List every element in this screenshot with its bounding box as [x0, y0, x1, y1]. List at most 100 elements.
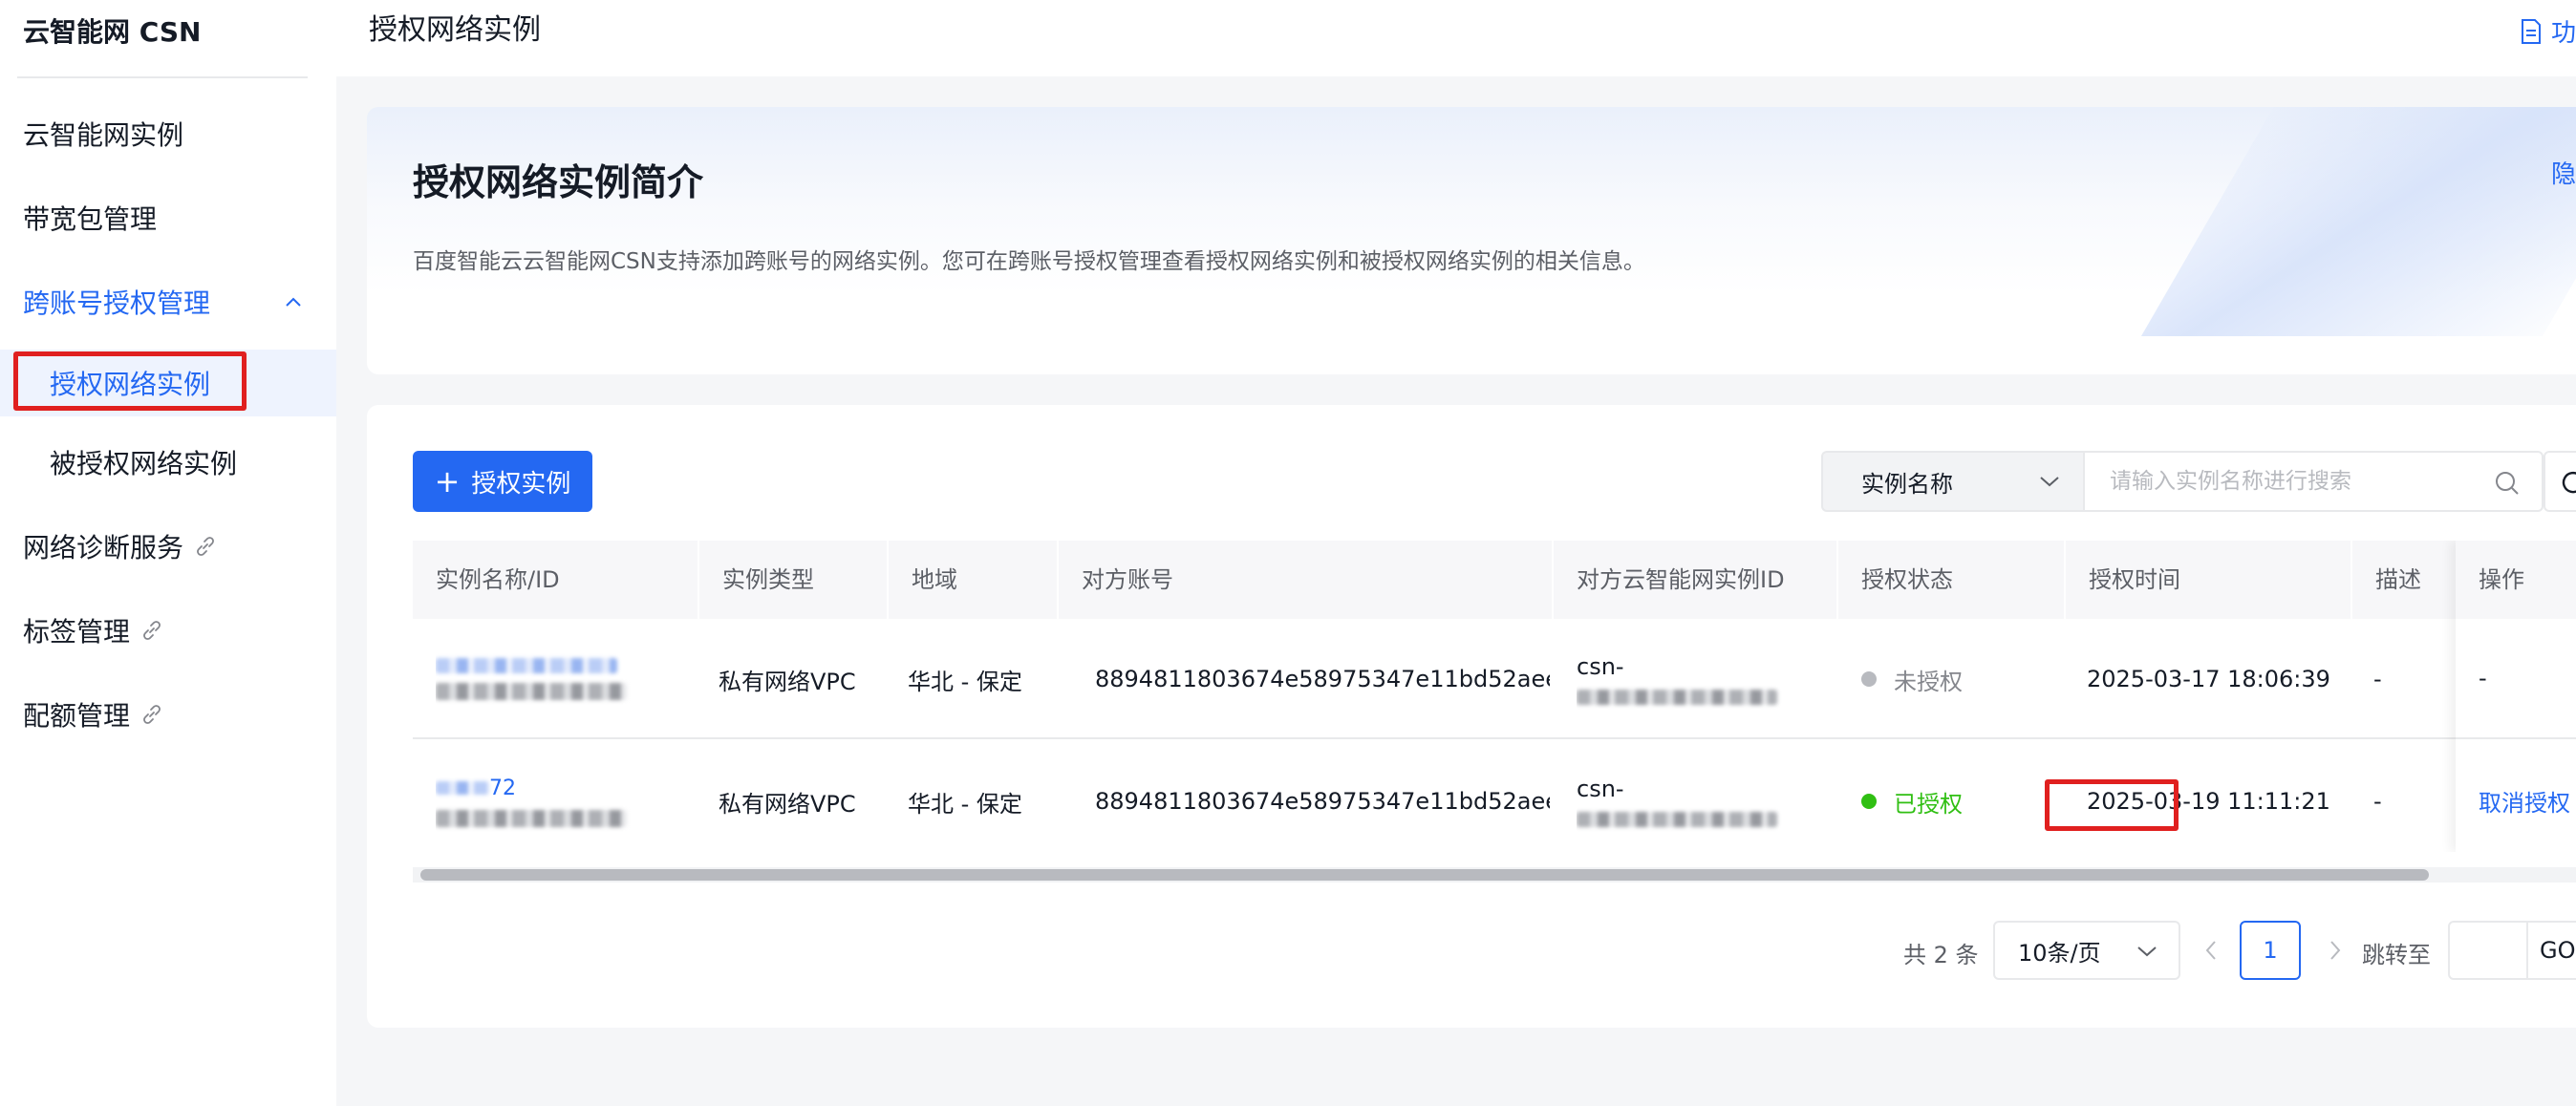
column-header-type: 实例类型 [722, 566, 814, 593]
page-title: 授权网络实例 [369, 13, 541, 47]
hide-intro-link[interactable]: 隐 [2551, 155, 2576, 190]
prev-page-icon[interactable] [2200, 936, 2222, 965]
column-header-name: 实例名称/ID [436, 566, 560, 593]
column-header-peer-csn-id: 对方云智能网实例ID [1577, 566, 1785, 593]
column-header-peer-account: 对方账号 [1082, 566, 1173, 593]
instance-list-card: + 授权实例 实例名称 实例名称/ID 实例类型 地域 对方账号 对方云智 [367, 405, 2576, 1028]
instance-id [436, 683, 627, 700]
sidebar-item-cross-account-auth[interactable]: 跨账号授权管理 [0, 273, 336, 330]
refresh-button[interactable] [2544, 451, 2576, 512]
instance-table: 实例名称/ID 实例类型 地域 对方账号 对方云智能网实例ID 授权状态 授权时… [413, 541, 2576, 852]
operation-cell: - [2456, 619, 2576, 739]
decoration [2140, 107, 2576, 336]
column-header-description: 描述 [2375, 566, 2421, 593]
jump-page-input[interactable] [2448, 921, 2528, 980]
sidebar-item-label: 授权网络实例 [50, 369, 211, 400]
operation-cell: 取消授权 [2456, 741, 2576, 852]
sidebar-item-label: 标签管理 [23, 616, 131, 648]
intro-title: 授权网络实例简介 [413, 161, 704, 203]
peer-csn-id [1577, 690, 1777, 705]
column-header-status: 授权状态 [1861, 566, 1953, 593]
divider [17, 76, 308, 78]
status-dot-icon [1861, 671, 1877, 687]
instance-name-cell [436, 619, 684, 739]
description: - [2373, 666, 2382, 692]
peer-csn-id-cell: csn- [1577, 619, 1825, 739]
table-header: 实例名称/ID 实例类型 地域 对方账号 对方云智能网实例ID 授权状态 授权时… [413, 541, 2576, 619]
chevron-down-icon [2137, 946, 2157, 957]
horizontal-scrollbar[interactable] [413, 867, 2576, 883]
intro-description: 百度智能云云智能网CSN支持添加跨账号的网络实例。您可在跨账号授权管理查看授权网… [413, 249, 1645, 274]
sidebar-item-network-diagnosis[interactable]: 网络诊断服务 [0, 518, 336, 575]
peer-csn-id-cell: csn- [1577, 741, 1825, 852]
chevron-up-icon[interactable] [285, 294, 302, 311]
region: 华北 - 保定 [908, 668, 1022, 695]
search-field-select[interactable]: 实例名称 [1821, 451, 2083, 512]
sidebar: 云智能网 CSN 云智能网实例 带宽包管理 跨账号授权管理 授权网络实例 被授权… [0, 0, 336, 1106]
page-number-button[interactable]: 1 [2240, 921, 2301, 980]
sidebar-item-label: 配额管理 [23, 700, 131, 732]
search-field-value: 实例名称 [1861, 470, 1953, 498]
search-input[interactable] [2110, 469, 2492, 494]
sidebar-item-label: 被授权网络实例 [50, 448, 238, 479]
external-link-icon [143, 621, 161, 640]
peer-csn-id [1577, 812, 1777, 827]
sidebar-item-bandwidth-packages[interactable]: 带宽包管理 [0, 189, 336, 246]
page-size-select[interactable]: 10条/页 [1993, 921, 2180, 980]
region: 华北 - 保定 [908, 790, 1022, 818]
instance-id [436, 809, 627, 827]
instance-name-masked [436, 781, 489, 795]
operation-column: 操作 - 取消授权 [2456, 541, 2576, 852]
sidebar-item-quota-management[interactable]: 配额管理 [0, 686, 336, 743]
revoke-authorization-link[interactable]: 取消授权 [2479, 784, 2570, 818]
go-button[interactable]: GO [2528, 921, 2576, 980]
scrollbar-thumb[interactable] [420, 869, 2429, 881]
instance-name-link[interactable]: 72 [436, 776, 516, 800]
instance-type: 私有网络VPC [719, 668, 856, 695]
table-row: 72 私有网络VPC 华北 - 保定 8894811803674e5897534… [413, 741, 2576, 852]
next-page-icon[interactable] [2324, 936, 2347, 965]
sidebar-item-tag-management[interactable]: 标签管理 [0, 602, 336, 659]
column-header-auth-time: 授权时间 [2089, 566, 2180, 593]
intro-card: 授权网络实例简介 百度智能云云智能网CSN支持添加跨账号的网络实例。您可在跨账号… [367, 107, 2576, 374]
status-text: 未授权 [1894, 668, 1963, 695]
document-icon [2522, 18, 2541, 44]
auth-time: 2025-03-17 18:06:39 [2087, 666, 2330, 692]
peer-account: 8894811803674e58975347e11bd52aee [1095, 788, 1550, 815]
brand-title: 云智能网 CSN [23, 16, 202, 48]
chevron-down-icon [2040, 477, 2059, 487]
operation-empty: - [2479, 665, 2487, 691]
status-dot-icon [1861, 794, 1877, 809]
add-authorized-instance-button[interactable]: + 授权实例 [413, 451, 592, 512]
sidebar-item-label: 跨账号授权管理 [23, 287, 211, 319]
instance-name-link[interactable] [436, 658, 617, 673]
page-size-value: 10条/页 [2018, 939, 2101, 967]
sidebar-item-authorized-instances[interactable]: 授权网络实例 [0, 350, 336, 416]
function-link[interactable]: 功能 [2519, 13, 2576, 49]
external-link-icon [143, 705, 161, 724]
sidebar-item-received-instances[interactable]: 被授权网络实例 [0, 434, 336, 491]
peer-account: 8894811803674e58975347e11bd52aee [1095, 666, 1550, 692]
refresh-icon [2562, 471, 2576, 494]
peer-csn-id-prefix: csn- [1577, 653, 1624, 680]
sidebar-item-label: 云智能网实例 [23, 119, 184, 151]
search-icon[interactable] [2494, 470, 2521, 497]
sidebar-item-label: 带宽包管理 [23, 203, 158, 235]
column-header-region: 地域 [912, 566, 957, 593]
instance-name-cell: 72 [436, 741, 684, 852]
external-link-icon [197, 537, 214, 556]
function-link-label: 功能 [2551, 19, 2576, 48]
auth-time: 2025-03-19 11:11:21 [2087, 788, 2330, 815]
status-badge: 未授权 [1861, 619, 2062, 739]
instance-type: 私有网络VPC [719, 790, 856, 818]
sidebar-item-csn-instances[interactable]: 云智能网实例 [0, 105, 336, 162]
status-text: 已授权 [1894, 790, 1963, 818]
sidebar-item-label: 网络诊断服务 [23, 532, 184, 564]
jump-to-label: 跳转至 [2362, 942, 2431, 968]
description: - [2373, 788, 2382, 815]
plus-icon: + [434, 463, 461, 500]
pagination-total: 共 2 条 [1903, 942, 1979, 968]
add-button-label: 授权实例 [471, 469, 571, 499]
top-bar: 授权网络实例 功能 [336, 0, 2576, 76]
table-row: 私有网络VPC 华北 - 保定 8894811803674e58975347e1… [413, 619, 2576, 739]
